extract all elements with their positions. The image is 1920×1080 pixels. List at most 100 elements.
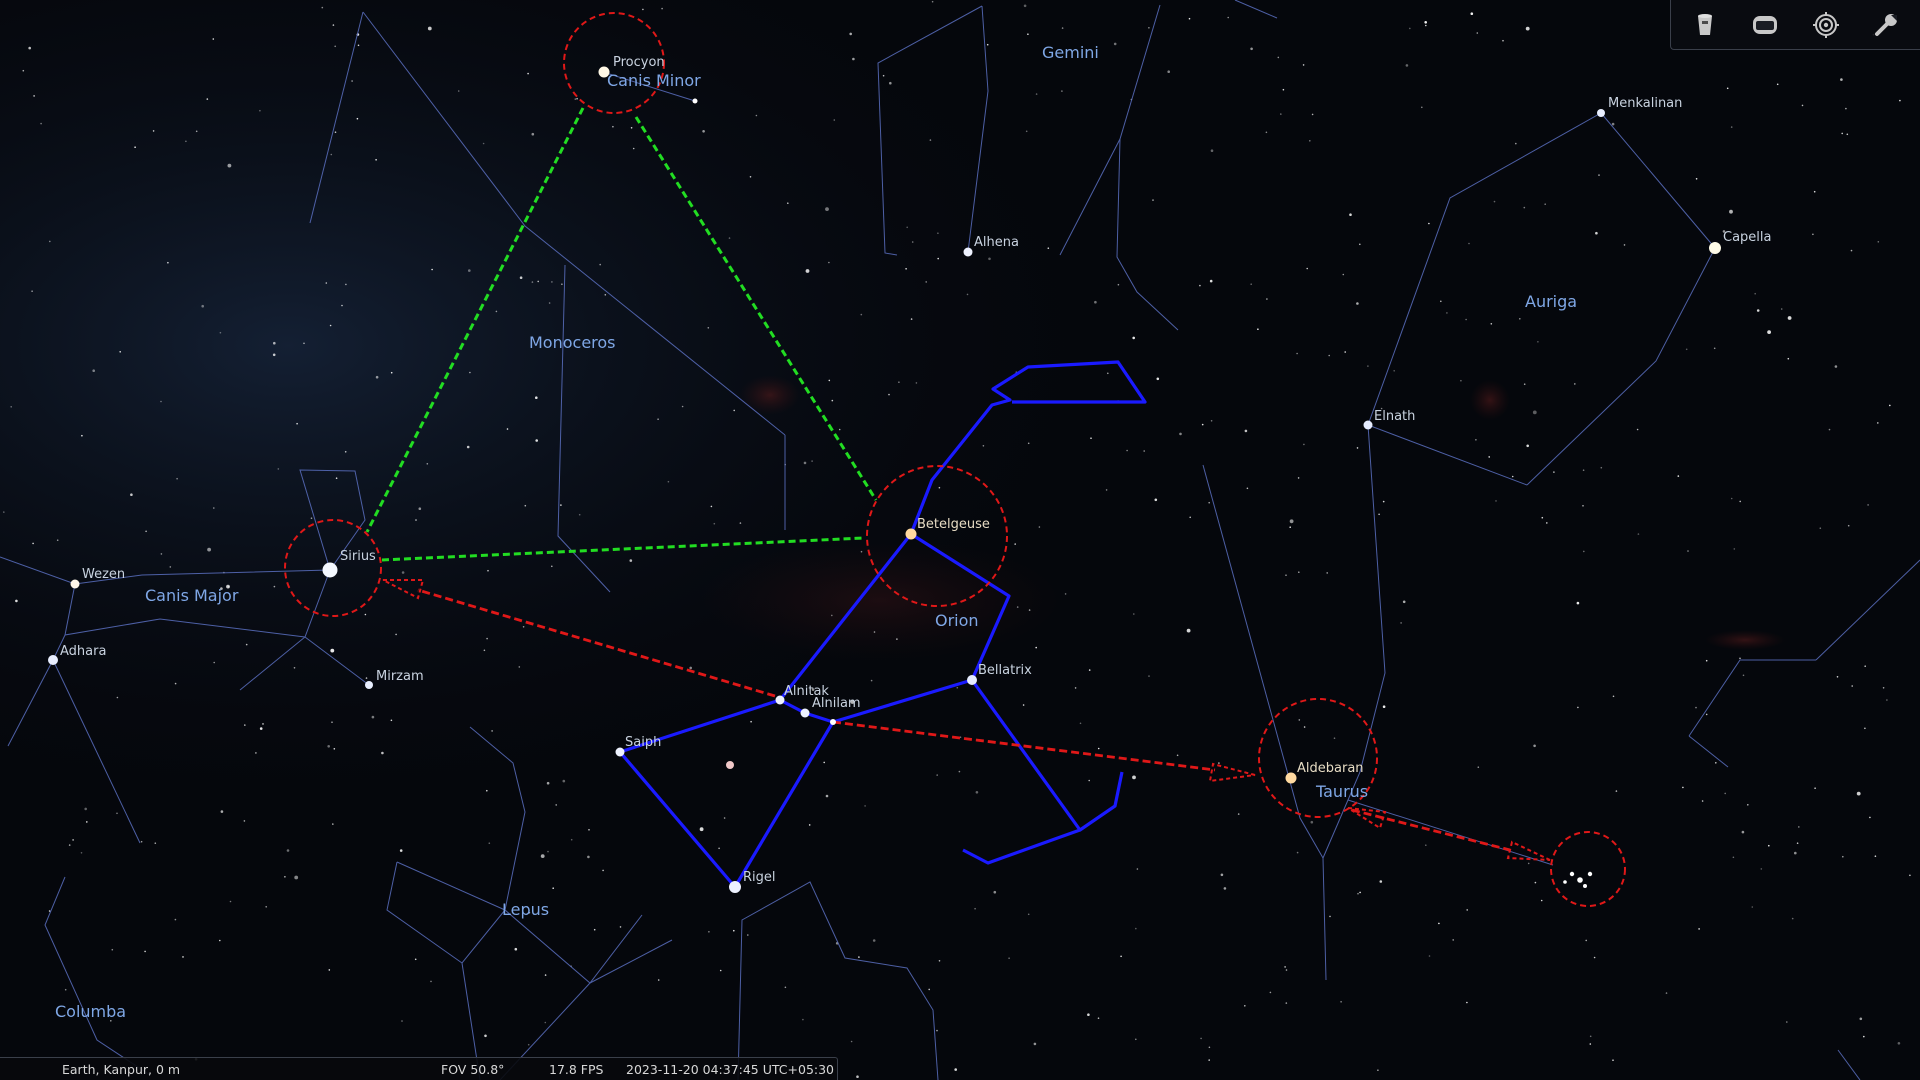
background-star bbox=[750, 720, 752, 723]
background-star bbox=[1466, 909, 1468, 911]
background-star bbox=[811, 460, 813, 462]
background-star bbox=[1265, 131, 1268, 134]
aldebaran-star[interactable] bbox=[1285, 772, 1297, 784]
background-star bbox=[1812, 233, 1814, 236]
pleiades-cluster[interactable] bbox=[1577, 877, 1583, 883]
alnilam-star[interactable] bbox=[800, 708, 810, 718]
sky-view[interactable]: Procyon Menkalinan Capella Alhena Elnath… bbox=[0, 0, 1920, 1080]
background-star bbox=[931, 0, 934, 3]
background-star bbox=[1546, 522, 1548, 524]
background-star bbox=[547, 850, 549, 853]
background-star bbox=[1356, 302, 1359, 305]
background-star bbox=[1845, 107, 1847, 110]
background-star bbox=[1025, 130, 1028, 133]
background-star bbox=[1600, 466, 1603, 469]
background-star bbox=[1027, 913, 1030, 916]
background-star bbox=[1637, 533, 1640, 535]
background-star bbox=[1476, 32, 1479, 34]
background-star bbox=[1791, 917, 1794, 920]
background-star bbox=[1598, 174, 1600, 176]
background-star bbox=[910, 318, 913, 320]
background-star bbox=[466, 445, 470, 449]
background-star bbox=[1303, 726, 1306, 728]
star bbox=[830, 719, 836, 725]
adhara-star[interactable] bbox=[48, 655, 58, 665]
background-star bbox=[576, 97, 578, 100]
background-star bbox=[1612, 695, 1615, 698]
background-star bbox=[1359, 243, 1361, 246]
background-star bbox=[395, 633, 397, 636]
background-star bbox=[356, 117, 359, 120]
view-window-button[interactable] bbox=[1745, 5, 1785, 45]
background-star bbox=[40, 122, 42, 125]
background-star bbox=[265, 906, 268, 908]
rigel-star[interactable] bbox=[729, 881, 741, 893]
background-star bbox=[888, 393, 890, 396]
background-star bbox=[535, 439, 538, 442]
bellatrix-star[interactable] bbox=[967, 675, 977, 685]
background-star bbox=[825, 207, 829, 212]
background-star bbox=[629, 559, 633, 562]
background-star bbox=[1733, 548, 1736, 550]
background-star bbox=[1250, 283, 1252, 286]
betelgeuse-star[interactable] bbox=[905, 528, 917, 540]
background-star bbox=[632, 147, 635, 150]
capella-star[interactable] bbox=[1709, 242, 1721, 254]
alhena-star[interactable] bbox=[963, 247, 973, 257]
background-star bbox=[243, 820, 246, 822]
background-star bbox=[681, 405, 684, 408]
background-star bbox=[430, 980, 432, 983]
background-star bbox=[1760, 868, 1763, 870]
orion-label: Orion bbox=[935, 611, 979, 630]
center-target-button[interactable] bbox=[1806, 5, 1846, 45]
background-star bbox=[1326, 572, 1328, 574]
background-star bbox=[1176, 754, 1179, 757]
background-star bbox=[1421, 106, 1423, 109]
background-star bbox=[540, 854, 545, 858]
target-icon bbox=[1812, 11, 1839, 38]
background-star bbox=[1280, 113, 1282, 115]
datetime-readout[interactable]: 2023-11-20 04:37:45 UTC+05:30 bbox=[626, 1062, 834, 1077]
background-star bbox=[482, 142, 485, 145]
background-star bbox=[80, 852, 83, 854]
background-star bbox=[1730, 497, 1733, 500]
nebula-glow bbox=[740, 375, 800, 415]
background-star bbox=[570, 838, 573, 841]
background-star bbox=[1889, 404, 1891, 407]
background-star bbox=[1298, 719, 1301, 721]
mirzam-star[interactable] bbox=[365, 681, 373, 689]
background-star bbox=[1167, 70, 1170, 73]
background-star bbox=[33, 95, 35, 97]
location-readout[interactable]: Earth, Kanpur, 0 m bbox=[62, 1062, 180, 1077]
sky-bucket-button[interactable] bbox=[1685, 5, 1725, 45]
nebula-glow bbox=[1705, 630, 1785, 650]
background-star bbox=[546, 781, 550, 785]
background-star bbox=[185, 140, 187, 143]
background-star bbox=[739, 522, 742, 524]
background-star bbox=[1302, 64, 1305, 66]
background-star bbox=[1742, 674, 1745, 677]
wezen-star[interactable] bbox=[70, 579, 80, 589]
menkalinan-star[interactable] bbox=[1597, 109, 1605, 117]
star bbox=[1583, 884, 1587, 888]
background-star bbox=[864, 805, 866, 807]
configuration-button[interactable] bbox=[1866, 5, 1906, 45]
betelgeuse-label: Betelgeuse bbox=[917, 517, 990, 532]
background-star bbox=[1877, 422, 1879, 424]
bucket-icon bbox=[1698, 13, 1713, 35]
background-star bbox=[1356, 447, 1359, 449]
background-star bbox=[15, 599, 18, 603]
background-star bbox=[1786, 1021, 1788, 1023]
background-star bbox=[1859, 1017, 1863, 1021]
background-star bbox=[1537, 341, 1539, 343]
sirius-star[interactable] bbox=[322, 562, 338, 578]
background-star bbox=[1266, 298, 1268, 300]
background-star bbox=[345, 283, 347, 286]
background-star bbox=[1028, 609, 1031, 611]
background-star bbox=[1244, 429, 1248, 433]
background-star bbox=[213, 661, 215, 664]
elnath-star[interactable] bbox=[1363, 420, 1373, 430]
saiph-star[interactable] bbox=[615, 747, 625, 757]
background-star bbox=[1526, 444, 1529, 448]
background-star bbox=[1713, 347, 1716, 350]
